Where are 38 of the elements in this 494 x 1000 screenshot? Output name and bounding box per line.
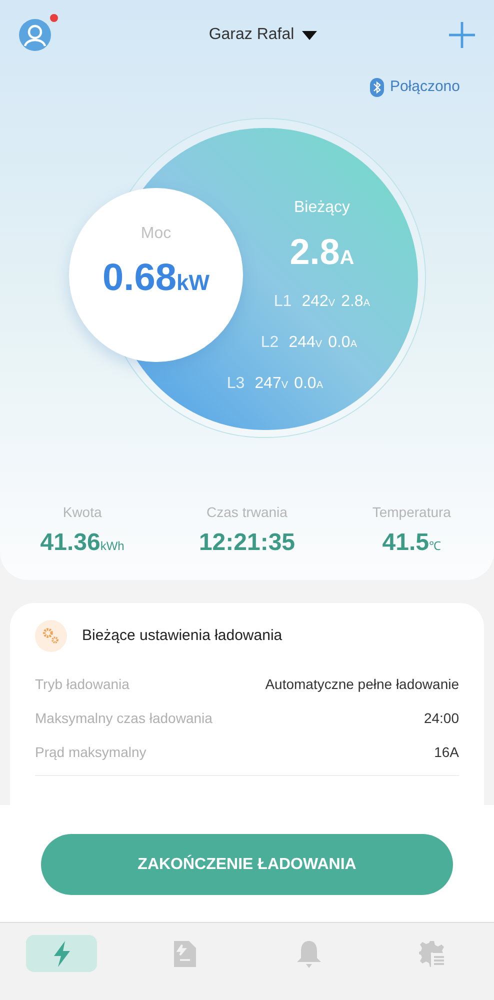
setting-label: Tryb ładowania — [35, 674, 130, 694]
phase-current: 0.0A — [294, 374, 323, 394]
phase-voltage: 247V — [254, 374, 288, 394]
current-value: 2.8A — [288, 230, 356, 274]
stat-value: 41.5℃ — [382, 528, 442, 558]
nav-tab[interactable] — [26, 935, 98, 972]
avatar-icon[interactable] — [18, 18, 52, 52]
setting-value: 16A — [434, 742, 459, 762]
lightning-icon — [52, 940, 72, 966]
phase-label: L3 — [226, 374, 245, 394]
power-label: Moc — [140, 224, 172, 244]
bell-icon — [296, 940, 322, 968]
caret-icon — [302, 30, 318, 40]
setting-label: Maksymalny czas ładowania — [35, 708, 212, 728]
document-icon — [174, 940, 196, 966]
phase-voltage: 242V — [302, 292, 336, 312]
gears-icon — [35, 620, 67, 652]
add-icon[interactable] — [448, 21, 476, 49]
stat-label: Kwota — [62, 503, 102, 522]
gear-icon — [419, 940, 446, 966]
phase-label: L1 — [274, 292, 292, 312]
phase-label: L2 — [260, 333, 279, 353]
phase-current: 2.8A — [341, 292, 370, 312]
stat-value: 41.36kWh — [40, 528, 124, 558]
setting-value: 24:00 — [424, 708, 459, 728]
bluetooth-icon — [370, 78, 384, 96]
stat-label: Czas trwania — [206, 503, 288, 522]
phase-current: 0.0A — [328, 333, 357, 353]
phase-voltage: 244V — [288, 333, 322, 353]
setting-value: Automatyczne pełne ładowanie — [265, 674, 459, 694]
current-label: Bieżący — [292, 198, 352, 218]
power-value: 0.68kW — [102, 256, 210, 301]
connection-status: Połączono — [390, 76, 460, 97]
garage-selector[interactable]: Garaz Rafal — [208, 23, 318, 47]
setting-label: Prąd maksymalny — [35, 742, 146, 762]
settings-title: Bieżące ustawienia ładowania — [82, 626, 282, 646]
stat-label: Temperatura — [372, 503, 451, 522]
stat-value: 12:21:35 — [198, 528, 296, 558]
